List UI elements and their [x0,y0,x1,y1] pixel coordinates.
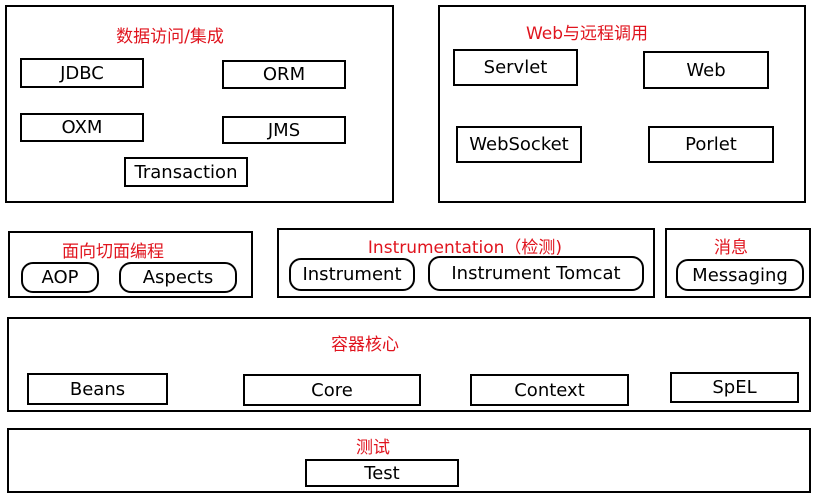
aop-title: 面向切面编程 [62,242,164,262]
module-websocket: WebSocket [456,126,582,163]
module-spel: SpEL [670,372,799,403]
module-orm: ORM [222,60,346,89]
module-instrument: Instrument [289,258,415,291]
module-porlet: Porlet [648,126,774,163]
web-title: Web与远程调用 [525,24,649,44]
module-aspects: Aspects [119,262,237,293]
module-aop: AOP [21,262,99,293]
core-container-title: 容器核心 [331,335,399,355]
module-beans: Beans [27,373,168,405]
data-access-title: 数据访问/集成 [116,27,224,47]
instrumentation-title: Instrumentation（检测) [367,238,563,258]
module-test: Test [305,459,459,487]
messaging-title: 消息 [714,238,748,258]
module-jdbc: JDBC [20,58,144,88]
test-title: 测试 [356,438,390,458]
module-web: Web [643,51,769,89]
module-jms: JMS [222,116,346,144]
module-transaction: Transaction [124,157,248,187]
module-oxm: OXM [20,113,144,142]
module-instrument-tomcat: Instrument Tomcat [428,256,644,291]
module-servlet: Servlet [453,49,578,86]
module-core: Core [243,374,421,406]
module-context: Context [470,374,629,406]
module-messaging: Messaging [676,259,804,291]
